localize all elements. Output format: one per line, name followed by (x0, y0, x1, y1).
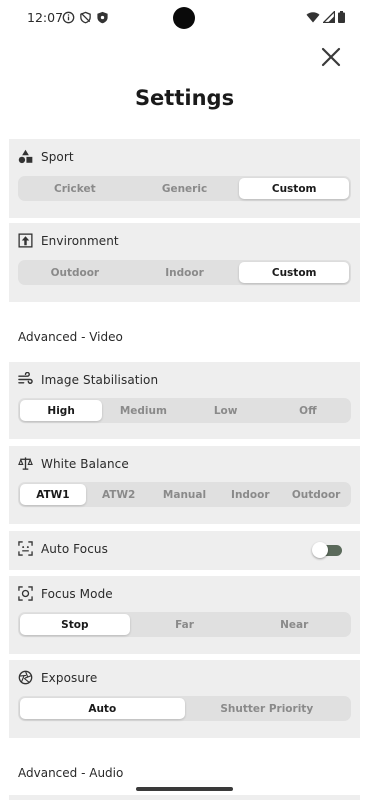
image-stabilisation-label: Image Stabilisation (41, 372, 159, 387)
exposure-card: Exposure Auto Shutter Priority (9, 660, 360, 738)
exposure-option-shutter-priority[interactable]: Shutter Priority (185, 698, 350, 719)
advanced-audio-heading: Advanced - Audio (18, 766, 124, 780)
white-balance-card: White Balance ATW1 ATW2 Manual Indoor Ou… (9, 446, 360, 524)
wind-icon (18, 372, 33, 384)
home-indicator[interactable] (136, 787, 233, 791)
sport-header: Sport (18, 149, 74, 164)
no-disturb-icon (80, 11, 91, 24)
white-balance-option-manual[interactable]: Manual (152, 484, 218, 505)
status-icons-left (62, 11, 109, 24)
info-icon (62, 11, 75, 24)
stabilisation-option-medium[interactable]: Medium (102, 400, 184, 421)
shield-icon (97, 11, 108, 24)
environment-option-outdoor[interactable]: Outdoor (20, 262, 130, 283)
auto-focus-card: Auto Focus (9, 531, 360, 570)
next-card-edge (9, 795, 360, 800)
camera-cutout (173, 7, 195, 29)
balance-scale-icon (18, 457, 33, 470)
white-balance-option-atw1[interactable]: ATW1 (20, 484, 86, 505)
environment-icon (18, 233, 33, 248)
page-title: Settings (134, 86, 235, 110)
white-balance-label: White Balance (41, 456, 129, 471)
white-balance-option-atw2[interactable]: ATW2 (86, 484, 152, 505)
aperture-icon (18, 670, 33, 685)
environment-option-indoor[interactable]: Indoor (130, 262, 240, 283)
auto-focus-header: Auto Focus (18, 541, 108, 556)
focus-mode-segmented-control: Stop Far Near (18, 612, 351, 637)
advanced-video-heading: Advanced - Video (18, 330, 123, 344)
close-icon (321, 47, 341, 67)
environment-label: Environment (41, 233, 119, 248)
focus-face-icon (18, 541, 33, 556)
auto-focus-label: Auto Focus (41, 541, 108, 556)
focus-mode-option-near[interactable]: Near (239, 614, 349, 635)
signal-icon (323, 11, 335, 23)
sport-label: Sport (41, 149, 74, 164)
exposure-segmented-control: Auto Shutter Priority (18, 696, 351, 721)
shapes-icon (18, 149, 33, 164)
sport-segmented-control: Cricket Generic Custom (18, 176, 351, 201)
focus-mode-option-far[interactable]: Far (130, 614, 240, 635)
focus-mode-header: Focus Mode (18, 586, 113, 601)
sport-option-cricket[interactable]: Cricket (20, 178, 130, 199)
sport-card: Sport Cricket Generic Custom (9, 139, 360, 218)
stabilisation-option-high[interactable]: High (20, 400, 103, 421)
white-balance-header: White Balance (18, 456, 129, 471)
exposure-header: Exposure (18, 670, 97, 685)
environment-segmented-control: Outdoor Indoor Custom (18, 260, 351, 285)
auto-focus-toggle[interactable] (312, 542, 342, 558)
status-icons-right (306, 11, 345, 23)
battery-icon (338, 11, 345, 23)
toggle-knob (312, 542, 328, 558)
status-bar: 12:07 (0, 0, 369, 36)
environment-card: Environment Outdoor Indoor Custom (9, 223, 360, 302)
environment-option-custom[interactable]: Custom (239, 262, 350, 283)
stabilisation-option-off[interactable]: Off (267, 400, 349, 421)
image-stabilisation-card: Image Stabilisation High Medium Low Off (9, 362, 360, 439)
exposure-option-auto[interactable]: Auto (20, 698, 185, 719)
status-time: 12:07 (27, 10, 64, 25)
focus-mode-icon (18, 586, 33, 601)
sport-option-custom[interactable]: Custom (239, 178, 350, 199)
environment-header: Environment (18, 233, 119, 248)
focus-mode-option-stop[interactable]: Stop (20, 614, 130, 635)
image-stabilisation-header: Image Stabilisation (18, 372, 158, 387)
sport-option-generic[interactable]: Generic (130, 178, 240, 199)
image-stabilisation-segmented-control: High Medium Low Off (18, 398, 351, 423)
focus-mode-card: Focus Mode Stop Far Near (9, 576, 360, 654)
close-button[interactable] (318, 44, 344, 70)
stabilisation-option-low[interactable]: Low (185, 400, 267, 421)
wifi-icon (306, 12, 320, 23)
exposure-label: Exposure (41, 670, 98, 685)
focus-mode-label: Focus Mode (41, 586, 113, 601)
white-balance-option-indoor[interactable]: Indoor (217, 484, 283, 505)
white-balance-option-outdoor[interactable]: Outdoor (283, 484, 349, 505)
white-balance-segmented-control: ATW1 ATW2 Manual Indoor Outdoor (18, 482, 351, 507)
